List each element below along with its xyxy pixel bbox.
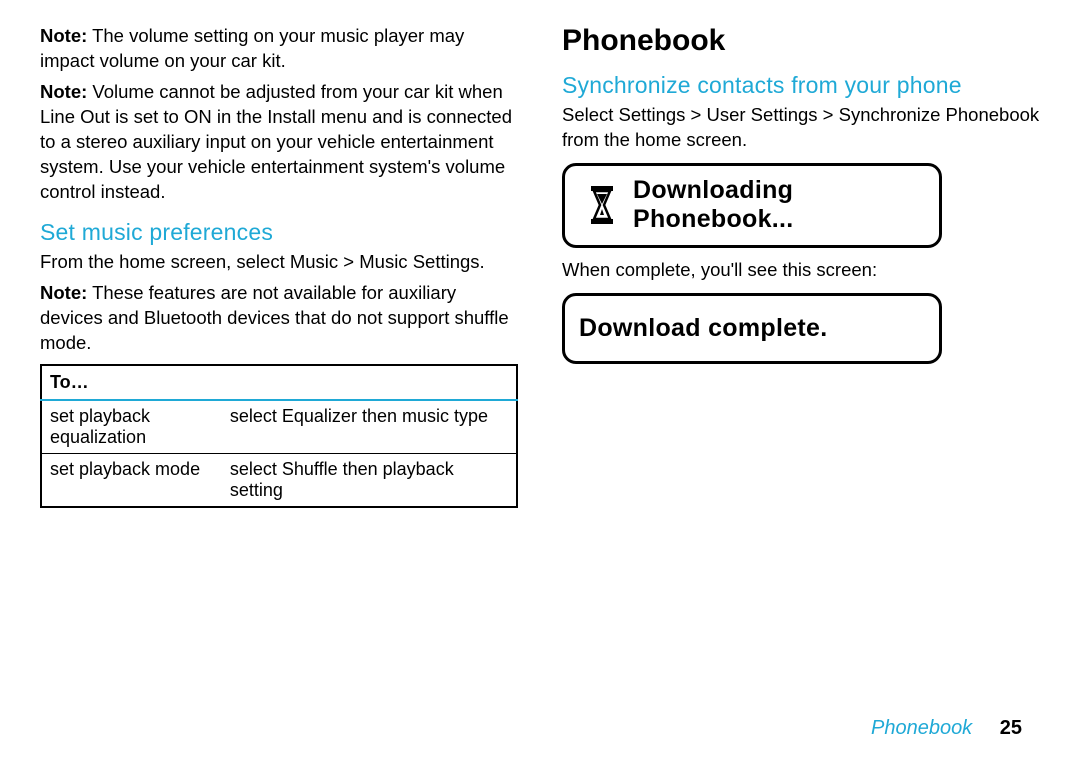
lcd-complete: Download complete. — [562, 293, 942, 364]
note-1-text: The volume setting on your music player … — [40, 25, 464, 71]
note-3: Note: These features are not available f… — [40, 281, 518, 356]
note-2-text: Volume cannot be adjusted from your car … — [40, 81, 512, 202]
note-3-text: These features are not available for aux… — [40, 282, 509, 353]
lcd-downloading: Downloading Phonebook... — [562, 163, 942, 249]
note-1-label: Note: — [40, 25, 87, 46]
table-cell: set playback mode — [41, 453, 222, 507]
note-1: Note: The volume setting on your music p… — [40, 24, 518, 74]
table-row: set playback mode select Shuffle then pl… — [41, 453, 517, 507]
note-2-label: Note: — [40, 81, 87, 102]
table-cell: select Shuffle then playback setting — [222, 453, 517, 507]
music-prefs-instruction: From the home screen, select Music > Mus… — [40, 250, 518, 275]
table-cell: set playback equalization — [41, 400, 222, 454]
note-2: Note: Volume cannot be adjusted from you… — [40, 80, 518, 205]
heading-phonebook: Phonebook — [562, 24, 1040, 58]
music-prefs-table: To… set playback equalization select Equ… — [40, 364, 518, 508]
complete-caption: When complete, you'll see this screen: — [562, 258, 1040, 283]
heading-sync-contacts: Synchronize contacts from your phone — [562, 72, 1040, 99]
heading-set-music-prefs: Set music preferences — [40, 219, 518, 246]
hourglass-icon — [589, 185, 615, 225]
note-3-label: Note: — [40, 282, 87, 303]
table-row: set playback equalization select Equaliz… — [41, 400, 517, 454]
right-column: Phonebook Synchronize contacts from your… — [562, 24, 1040, 508]
table-cell: select Equalizer then music type — [222, 400, 517, 454]
footer-page-number: 25 — [1000, 717, 1022, 739]
table-header: To… — [41, 365, 517, 400]
lcd-complete-text: Download complete. — [579, 314, 827, 343]
sync-instruction: Select Settings > User Settings > Synchr… — [562, 103, 1040, 153]
lcd-downloading-text: Downloading Phonebook... — [633, 176, 794, 234]
page-footer: Phonebook 25 — [871, 717, 1022, 740]
lcd-line-2: Phonebook... — [633, 205, 794, 234]
lcd-line-1: Downloading — [633, 176, 794, 205]
footer-section: Phonebook — [871, 717, 972, 739]
page-spread: Note: The volume setting on your music p… — [0, 0, 1080, 508]
left-column: Note: The volume setting on your music p… — [40, 24, 518, 508]
